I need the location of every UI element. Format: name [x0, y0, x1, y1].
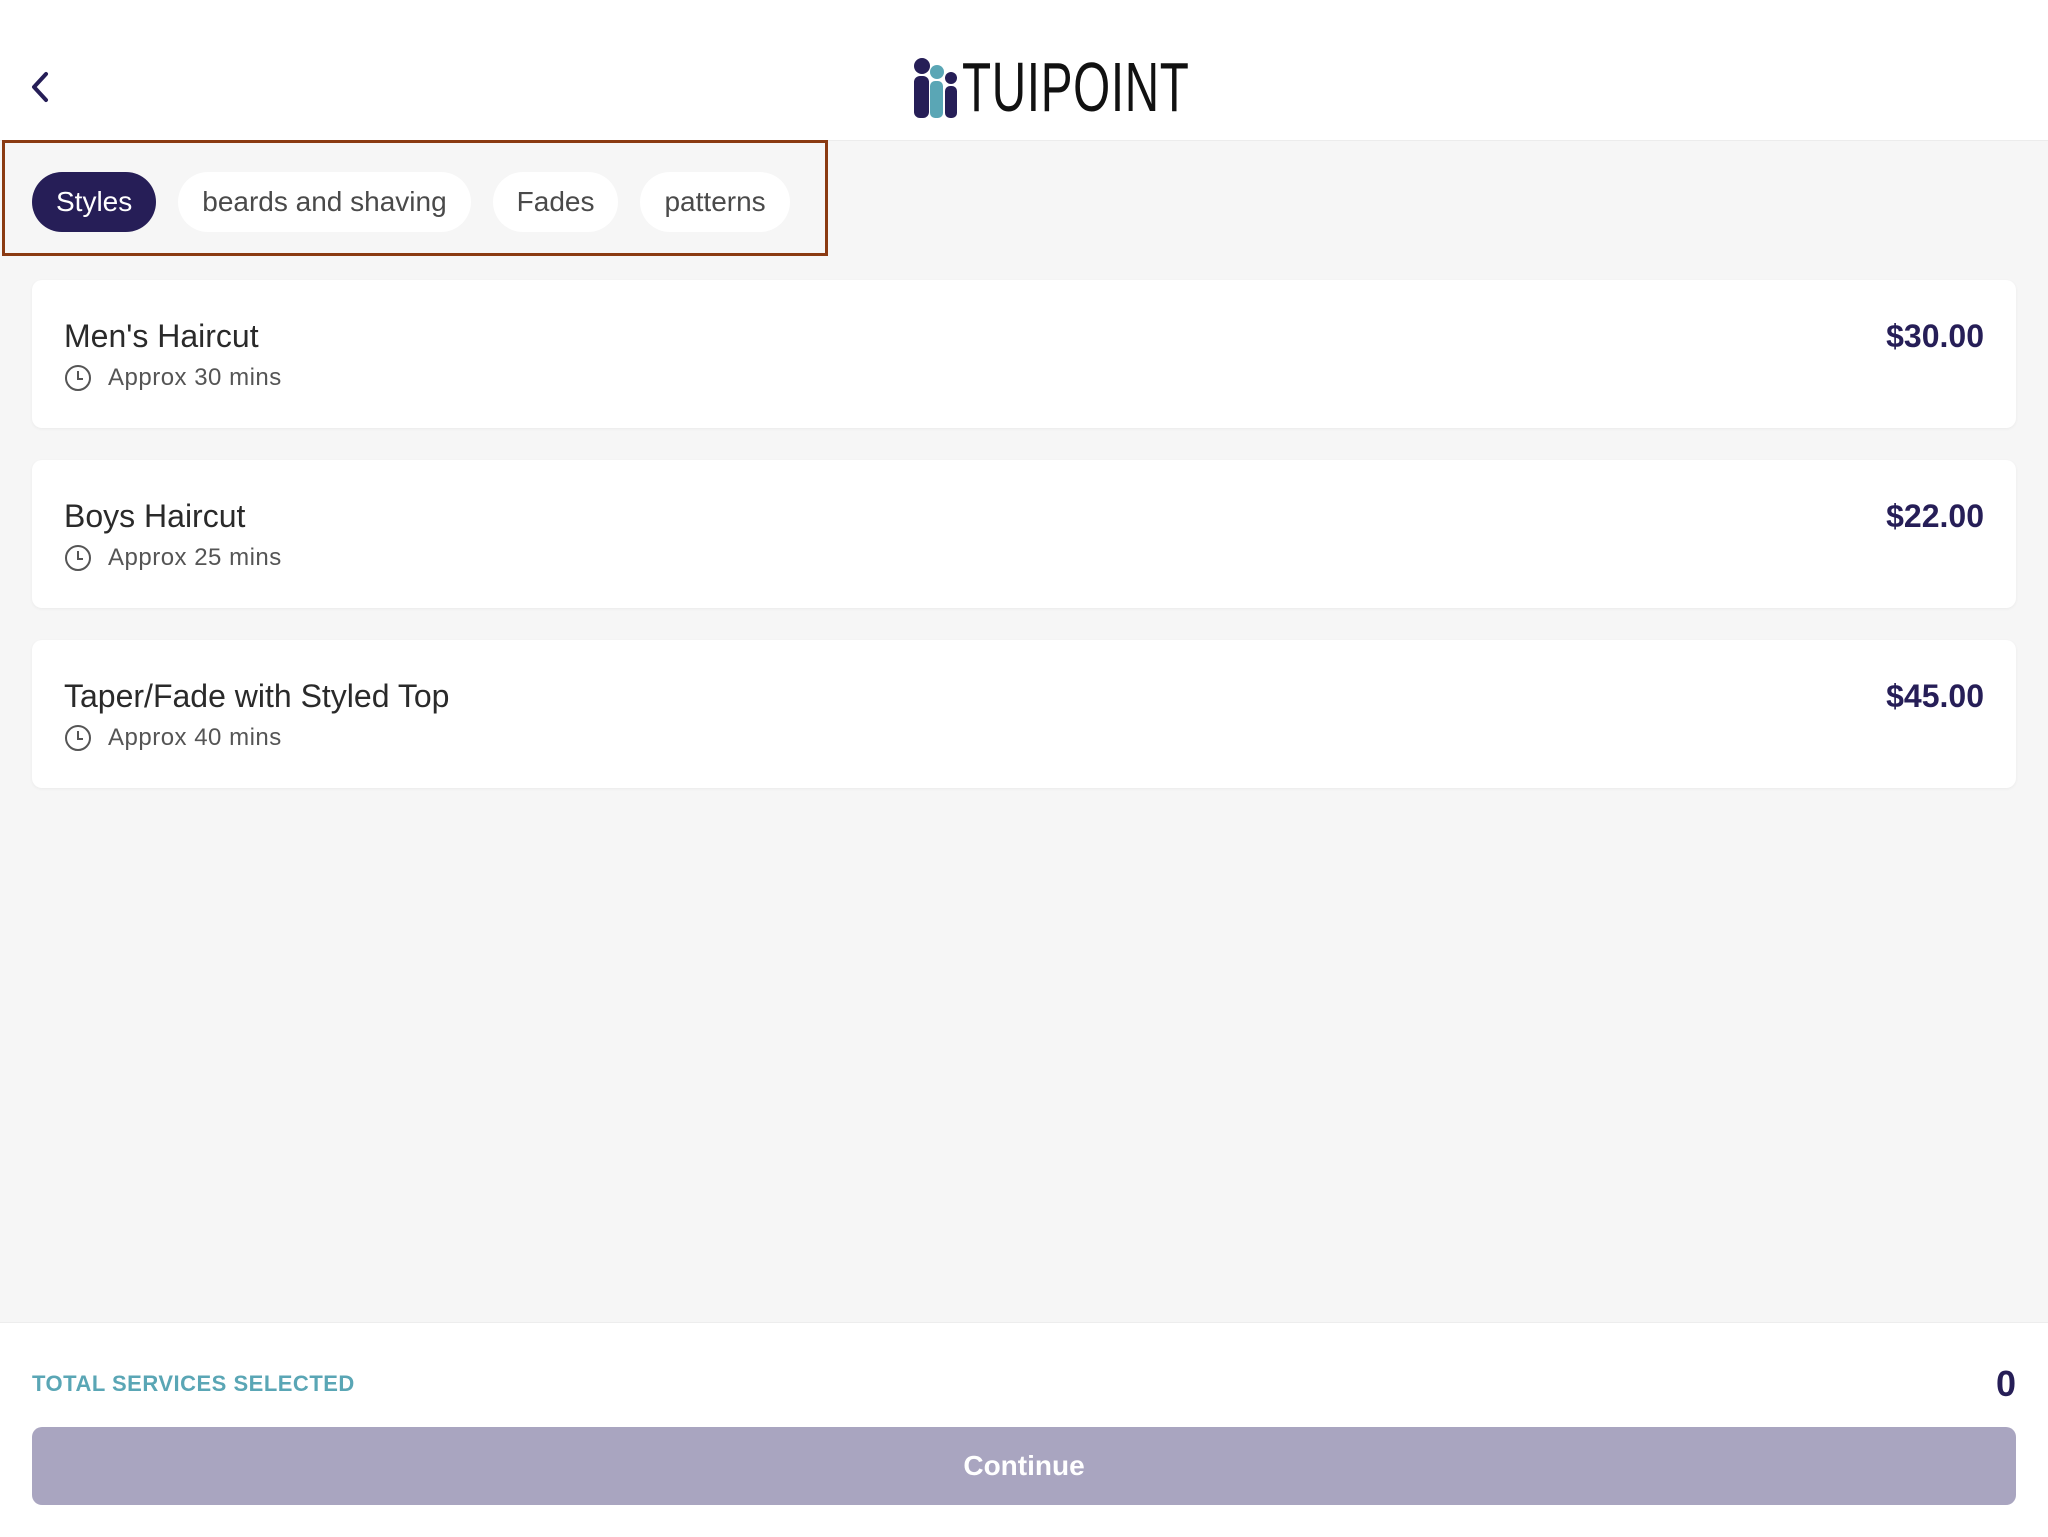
app-header: TUIPOINT — [0, 0, 2048, 141]
duration-text: Approx 25 mins — [108, 544, 282, 571]
back-button[interactable] — [22, 62, 58, 112]
brand-logo: TUIPOINT — [912, 48, 1297, 126]
service-name: Men's Haircut — [64, 318, 259, 354]
service-card-taper-fade[interactable]: Taper/Fade with Styled Top Approx 40 min… — [32, 640, 2016, 788]
duration-text: Approx 40 mins — [108, 724, 282, 751]
clock-icon — [65, 725, 91, 751]
logo-people-icon — [914, 58, 957, 118]
total-services-count: 0 — [1995, 1363, 2016, 1404]
clock-icon — [65, 365, 91, 391]
service-name: Boys Haircut — [64, 498, 246, 534]
duration-text: Approx 30 mins — [108, 364, 282, 391]
service-name: Taper/Fade with Styled Top — [64, 678, 450, 714]
category-tabs: Styles beards and shaving Fades patterns — [32, 172, 790, 232]
tab-patterns[interactable]: patterns — [640, 172, 790, 232]
brand-name: TUIPOINT — [962, 48, 1190, 126]
service-price: $22.00 — [1886, 498, 1984, 534]
service-card-mens-haircut[interactable]: Men's Haircut Approx 30 mins $30.00 — [32, 280, 2016, 428]
service-price: $30.00 — [1886, 318, 1984, 354]
service-duration: Approx 25 mins — [64, 544, 282, 572]
tab-styles[interactable]: Styles — [32, 172, 157, 232]
tab-fades[interactable]: Fades — [492, 172, 619, 232]
footer-bar: TOTAL SERVICES SELECTED 0 Continue — [0, 1322, 2048, 1537]
chevron-left-icon — [32, 72, 48, 102]
clock-icon — [65, 545, 91, 571]
total-services-label: TOTAL SERVICES SELECTED — [32, 1371, 355, 1396]
tab-beards-and-shaving[interactable]: beards and shaving — [178, 172, 471, 232]
service-price: $45.00 — [1886, 678, 1984, 714]
service-duration: Approx 40 mins — [64, 724, 282, 752]
service-duration: Approx 30 mins — [64, 364, 282, 392]
continue-button[interactable]: Continue — [32, 1427, 2016, 1505]
service-card-boys-haircut[interactable]: Boys Haircut Approx 25 mins $22.00 — [32, 460, 2016, 608]
